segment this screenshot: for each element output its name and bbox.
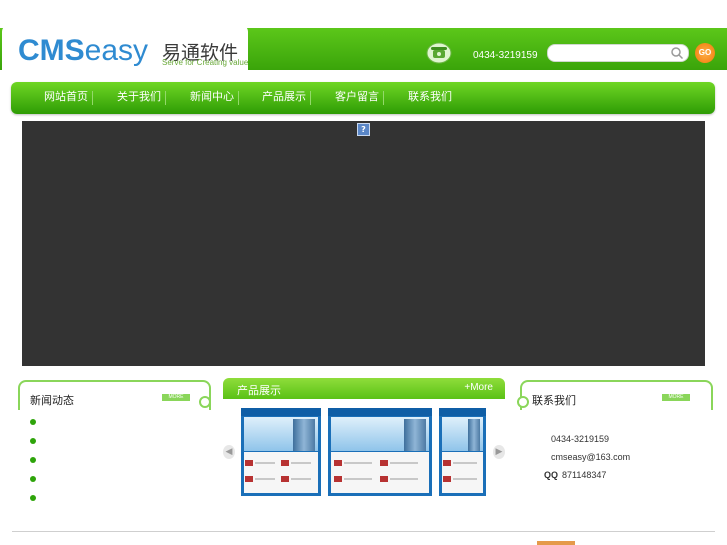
contact-phone: 0434-3219159 bbox=[551, 434, 610, 444]
news-panel-header: 新闻动态 MORE bbox=[18, 380, 211, 410]
nav-item-about[interactable]: 关于我们 bbox=[117, 82, 161, 114]
logo-slogan: Serve for Creating value bbox=[162, 58, 249, 67]
contact-qq: 871148347 bbox=[562, 470, 607, 480]
main-nav: 网站首页 关于我们 新闻中心 产品展示 客户留言 联系我们 bbox=[11, 82, 715, 114]
news-panel-corner bbox=[199, 396, 211, 408]
products-panel-header: 产品展示 +More bbox=[223, 378, 505, 399]
logo[interactable]: CMSeasy bbox=[18, 34, 148, 68]
contact-panel-corner bbox=[517, 396, 529, 408]
nav-item-products[interactable]: 产品展示 bbox=[262, 82, 306, 114]
list-bullet bbox=[30, 476, 36, 482]
list-bullet bbox=[30, 438, 36, 444]
product-thumbnail[interactable] bbox=[241, 408, 321, 496]
search-input[interactable] bbox=[547, 44, 689, 62]
logo-cms: CMS bbox=[18, 34, 85, 67]
search-icon[interactable] bbox=[670, 46, 684, 60]
nav-item-home[interactable]: 网站首页 bbox=[44, 82, 88, 114]
carousel-left-arrow[interactable]: ◀ bbox=[223, 445, 235, 459]
footer-badge[interactable] bbox=[537, 541, 575, 545]
flash-banner[interactable] bbox=[22, 121, 705, 366]
nav-separator bbox=[310, 91, 311, 105]
news-panel-title: 新闻动态 bbox=[30, 394, 74, 407]
product-thumbnail[interactable] bbox=[328, 408, 432, 496]
nav-separator bbox=[165, 91, 166, 105]
missing-plugin-icon[interactable]: ? bbox=[357, 123, 370, 136]
phone-icon bbox=[426, 42, 452, 64]
product-thumbnail[interactable] bbox=[439, 408, 486, 496]
nav-separator bbox=[383, 91, 384, 105]
contact-email[interactable]: cmseasy@163.com bbox=[551, 452, 630, 462]
list-bullet bbox=[30, 419, 36, 425]
nav-separator bbox=[238, 91, 239, 105]
header-phone: 0434-3219159 bbox=[473, 50, 538, 61]
logo-easy: easy bbox=[84, 34, 149, 67]
contact-panel-title: 联系我们 bbox=[532, 394, 576, 407]
go-button[interactable]: GO bbox=[695, 43, 715, 63]
nav-item-contact[interactable]: 联系我们 bbox=[408, 82, 452, 114]
list-bullet bbox=[30, 457, 36, 463]
products-more-link[interactable]: +More bbox=[464, 382, 493, 393]
footer-divider bbox=[12, 531, 715, 532]
products-panel-title: 产品展示 bbox=[237, 384, 281, 397]
contact-more-button[interactable]: MORE bbox=[662, 394, 690, 401]
nav-item-news[interactable]: 新闻中心 bbox=[190, 82, 234, 114]
nav-item-guestbook[interactable]: 客户留言 bbox=[335, 82, 379, 114]
nav-separator bbox=[92, 91, 93, 105]
carousel-right-arrow[interactable]: ▶ bbox=[493, 445, 505, 459]
list-bullet bbox=[30, 495, 36, 501]
contact-panel-header: 联系我们 MORE bbox=[520, 380, 713, 410]
news-more-button[interactable]: MORE bbox=[162, 394, 190, 401]
qq-label: QQ bbox=[544, 470, 559, 480]
